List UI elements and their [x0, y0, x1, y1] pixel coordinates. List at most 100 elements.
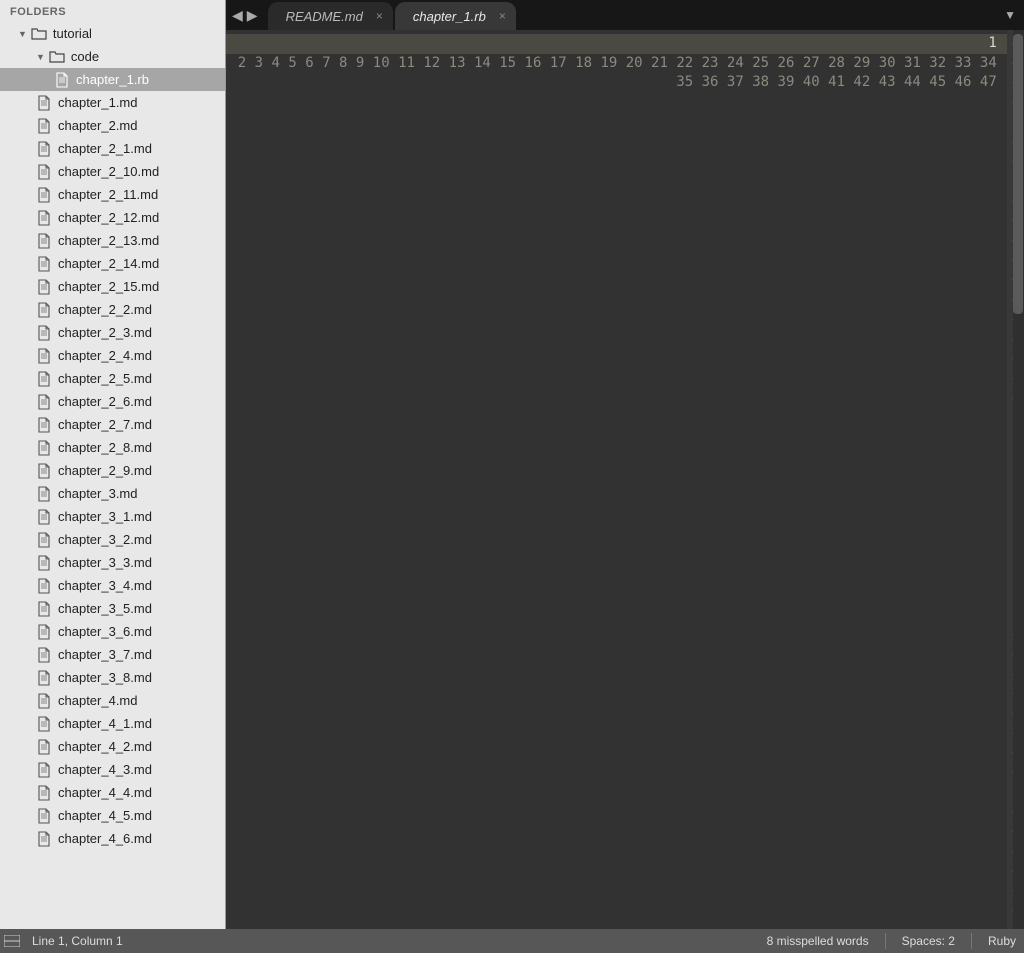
file-item[interactable]: chapter_4_3.md: [0, 758, 225, 781]
file-item[interactable]: chapter_3_1.md: [0, 505, 225, 528]
line-number[interactable]: 23: [702, 55, 719, 71]
file-item[interactable]: chapter_2_6.md: [0, 390, 225, 413]
line-number[interactable]: 17: [550, 55, 567, 71]
file-item[interactable]: chapter_3_8.md: [0, 666, 225, 689]
line-number[interactable]: 25: [752, 55, 769, 71]
tab[interactable]: chapter_1.rb×: [395, 2, 516, 30]
file-item[interactable]: chapter_2_8.md: [0, 436, 225, 459]
line-number[interactable]: 24: [727, 55, 744, 71]
file-item[interactable]: chapter_2_3.md: [0, 321, 225, 344]
file-item[interactable]: chapter_2_1.md: [0, 137, 225, 160]
close-icon[interactable]: ×: [499, 9, 506, 23]
file-item[interactable]: chapter_2_4.md: [0, 344, 225, 367]
file-item[interactable]: chapter_2_11.md: [0, 183, 225, 206]
file-item[interactable]: chapter_2_12.md: [0, 206, 225, 229]
file-item[interactable]: chapter_4_1.md: [0, 712, 225, 735]
tab[interactable]: README.md×: [268, 2, 393, 30]
file-item[interactable]: chapter_2_9.md: [0, 459, 225, 482]
cursor-position[interactable]: Line 1, Column 1: [28, 934, 127, 948]
line-number[interactable]: 43: [879, 74, 896, 90]
file-item[interactable]: chapter_2_2.md: [0, 298, 225, 321]
line-number[interactable]: 39: [778, 74, 795, 90]
line-number[interactable]: 46: [955, 74, 972, 90]
line-number[interactable]: 11: [398, 55, 415, 71]
file-item[interactable]: chapter_2_13.md: [0, 229, 225, 252]
line-number[interactable]: 36: [702, 74, 719, 90]
line-number[interactable]: 38: [752, 74, 769, 90]
line-number[interactable]: 42: [853, 74, 870, 90]
line-number[interactable]: 8: [339, 55, 347, 71]
line-number[interactable]: 9: [356, 55, 364, 71]
line-number[interactable]: 5: [288, 55, 296, 71]
disclosure-icon[interactable]: ▼: [36, 52, 45, 62]
file-item[interactable]: chapter_3.md: [0, 482, 225, 505]
line-number[interactable]: 26: [778, 55, 795, 71]
file-item[interactable]: chapter_2.md: [0, 114, 225, 137]
indent-status[interactable]: Spaces: 2: [898, 934, 959, 948]
file-item[interactable]: chapter_1.rb: [0, 68, 225, 91]
panel-switch-icon[interactable]: [4, 935, 20, 947]
file-item[interactable]: chapter_3_4.md: [0, 574, 225, 597]
line-number[interactable]: 44: [904, 74, 921, 90]
line-number[interactable]: 22: [676, 55, 693, 71]
sidebar-tree[interactable]: ▼tutorial▼codechapter_1.rbchapter_1.mdch…: [0, 22, 225, 929]
line-number[interactable]: 7: [322, 55, 330, 71]
editor-scrollbar[interactable]: [1013, 30, 1024, 929]
line-number[interactable]: 37: [727, 74, 744, 90]
syntax-status[interactable]: Ruby: [984, 934, 1020, 948]
line-number[interactable]: 16: [525, 55, 542, 71]
line-number[interactable]: 41: [828, 74, 845, 90]
line-number[interactable]: 33: [955, 55, 972, 71]
line-number[interactable]: 14: [474, 55, 491, 71]
line-number[interactable]: 27: [803, 55, 820, 71]
line-number[interactable]: 1: [226, 34, 1007, 54]
file-item[interactable]: chapter_1.md: [0, 91, 225, 114]
file-item[interactable]: chapter_2_15.md: [0, 275, 225, 298]
line-number[interactable]: 18: [575, 55, 592, 71]
file-item[interactable]: chapter_4_6.md: [0, 827, 225, 850]
line-number[interactable]: 6: [305, 55, 313, 71]
nav-forward-icon[interactable]: ▶: [247, 7, 258, 24]
line-number[interactable]: 20: [626, 55, 643, 71]
line-number[interactable]: 30: [879, 55, 896, 71]
line-number[interactable]: 45: [929, 74, 946, 90]
line-number[interactable]: 28: [828, 55, 845, 71]
gutter[interactable]: 1 2 3 4 5 6 7 8 9 10 11 12 13 14 15 16 1…: [226, 30, 1007, 929]
line-number[interactable]: 34: [980, 55, 997, 71]
line-number[interactable]: 35: [676, 74, 693, 90]
line-number[interactable]: 2: [238, 55, 246, 71]
file-item[interactable]: chapter_3_2.md: [0, 528, 225, 551]
line-number[interactable]: 40: [803, 74, 820, 90]
line-number[interactable]: 10: [373, 55, 390, 71]
file-item[interactable]: chapter_3_7.md: [0, 643, 225, 666]
file-item[interactable]: chapter_4.md: [0, 689, 225, 712]
line-number[interactable]: 47: [980, 74, 997, 90]
file-item[interactable]: chapter_4_5.md: [0, 804, 225, 827]
spellcheck-status[interactable]: 8 misspelled words: [763, 934, 873, 948]
folder-item[interactable]: ▼code: [0, 45, 225, 68]
nav-back-icon[interactable]: ◀: [232, 7, 243, 24]
file-item[interactable]: chapter_4_2.md: [0, 735, 225, 758]
folder-item[interactable]: ▼tutorial: [0, 22, 225, 45]
close-icon[interactable]: ×: [376, 9, 383, 23]
tab-dropdown-icon[interactable]: ▼: [1004, 8, 1016, 22]
file-item[interactable]: chapter_3_3.md: [0, 551, 225, 574]
line-number[interactable]: 12: [423, 55, 440, 71]
file-item[interactable]: chapter_2_5.md: [0, 367, 225, 390]
disclosure-icon[interactable]: ▼: [18, 29, 27, 39]
line-number[interactable]: 3: [255, 55, 263, 71]
line-number[interactable]: 32: [929, 55, 946, 71]
file-item[interactable]: chapter_2_7.md: [0, 413, 225, 436]
line-number[interactable]: 19: [600, 55, 617, 71]
line-number[interactable]: 29: [853, 55, 870, 71]
line-number[interactable]: 21: [651, 55, 668, 71]
line-number[interactable]: 31: [904, 55, 921, 71]
line-number[interactable]: 15: [499, 55, 516, 71]
file-item[interactable]: chapter_3_5.md: [0, 597, 225, 620]
file-item[interactable]: chapter_2_14.md: [0, 252, 225, 275]
line-number[interactable]: 4: [272, 55, 280, 71]
file-item[interactable]: chapter_2_10.md: [0, 160, 225, 183]
file-item[interactable]: chapter_3_6.md: [0, 620, 225, 643]
file-item[interactable]: chapter_4_4.md: [0, 781, 225, 804]
line-number[interactable]: 13: [449, 55, 466, 71]
